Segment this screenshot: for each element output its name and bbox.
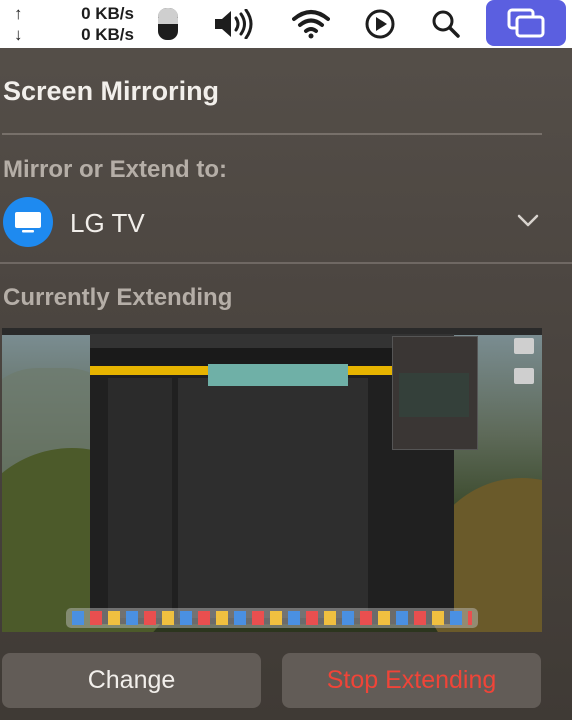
divider [2,133,542,135]
device-name: LG TV [70,208,145,238]
tv-icon [3,197,53,247]
preview-drive-icon [514,338,534,354]
stop-extending-button[interactable]: Stop Extending [282,653,541,708]
upload-arrow-icon: ↑ [14,4,23,23]
divider [0,262,572,264]
currently-extending-label: Currently Extending [3,284,233,311]
panel-title: Screen Mirroring [3,76,220,106]
screen-mirroring-icon[interactable] [486,0,566,46]
download-arrow-icon: ↓ [14,25,23,44]
network-speed-monitor[interactable]: ↑ 0 KB/s ↓ 0 KB/s [14,3,134,45]
download-rate: 0 KB/s [81,25,134,44]
preview-popup [392,336,478,450]
menu-bar: ↑ 0 KB/s ↓ 0 KB/s [0,0,572,48]
preview-dock [66,608,478,628]
volume-icon[interactable] [210,0,258,48]
change-button[interactable]: Change [2,653,261,708]
preview-drive-icon [514,368,534,384]
device-row-lg-tv[interactable]: LG TV [0,192,572,254]
wifi-icon[interactable] [290,0,332,48]
play-icon[interactable] [361,0,399,48]
mouse-battery-icon[interactable] [150,0,186,48]
mirror-extend-label: Mirror or Extend to: [3,156,228,183]
upload-rate: 0 KB/s [81,4,134,23]
chevron-down-icon[interactable] [516,212,540,233]
search-icon[interactable] [428,0,464,48]
screen-preview-thumbnail [2,328,542,632]
